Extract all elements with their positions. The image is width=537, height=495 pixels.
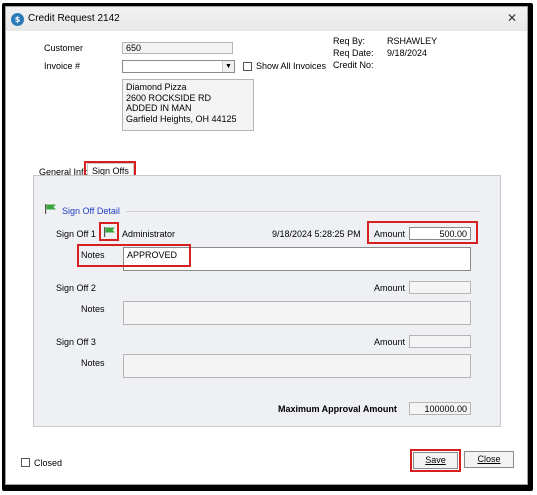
sign-off-1-label: Sign Off 1 <box>56 229 96 239</box>
sign-off-2-label: Sign Off 2 <box>56 283 96 293</box>
green-flag-icon <box>45 204 56 214</box>
sign-off-2-amount-field[interactable] <box>409 281 471 294</box>
section-divider <box>126 211 480 212</box>
sign-off-1-timestamp: 9/18/2024 5:28:25 PM <box>272 229 361 239</box>
req-by-label: Req By: <box>333 36 366 46</box>
req-date-value: 9/18/2024 <box>387 48 428 58</box>
sign-off-3-notes-label: Notes <box>81 358 105 368</box>
max-approval-field: 100000.00 <box>409 402 471 415</box>
req-date-label: Req Date: <box>333 48 374 58</box>
sign-off-1-user: Administrator <box>122 229 176 239</box>
customer-field[interactable]: 650 <box>122 42 233 54</box>
sign-off-1-notes-field[interactable]: APPROVED <box>123 247 471 271</box>
sign-off-2-amount-label: Amount <box>374 283 406 293</box>
sign-off-1-amount-field[interactable]: 500.00 <box>409 227 471 240</box>
sign-off-1-amount-label: Amount <box>374 229 406 239</box>
save-button-label: Save <box>425 455 446 465</box>
address-line-1: Diamond Pizza <box>126 82 187 92</box>
sign-off-3-amount-label: Amount <box>374 337 406 347</box>
sign-off-3-label: Sign Off 3 <box>56 337 96 347</box>
show-all-invoices-checkbox[interactable] <box>243 62 252 71</box>
address-line-4: Garfield Heights, OH 44125 <box>126 113 237 124</box>
max-approval-label: Maximum Approval Amount <box>278 404 397 414</box>
sign-off-3-amount-field[interactable] <box>409 335 471 348</box>
invoice-dropdown[interactable]: ▼ <box>122 60 235 73</box>
sign-off-3-notes-field[interactable] <box>123 354 471 378</box>
req-by-value: RSHAWLEY <box>387 36 438 46</box>
save-button[interactable]: Save <box>413 452 458 469</box>
show-all-invoices-label: Show All Invoices <box>256 61 327 71</box>
address-line-3: ADDED IN MAN <box>126 103 192 113</box>
app-icon: $ <box>11 13 24 26</box>
sign-off-detail-title: Sign Off Detail <box>62 206 120 216</box>
sign-off-1-notes-label: Notes <box>81 250 105 260</box>
closed-label: Closed <box>34 458 63 468</box>
credit-request-window: $ Credit Request 2142 ✕ Customer 650 Inv… <box>5 6 528 485</box>
window-title: Credit Request 2142 <box>28 13 120 24</box>
title-bar: $ Credit Request 2142 ✕ <box>6 7 527 31</box>
sign-off-2-notes-field[interactable] <box>123 301 471 325</box>
customer-address-box: Diamond Pizza 2600 ROCKSIDE RD ADDED IN … <box>122 79 254 131</box>
invoice-label: Invoice # <box>44 61 81 71</box>
chevron-down-icon[interactable]: ▼ <box>222 61 234 72</box>
sign-off-1-flag-icon[interactable] <box>104 227 116 237</box>
address-line-2: 2600 ROCKSIDE RD <box>126 92 212 103</box>
customer-label: Customer <box>44 43 84 53</box>
close-button[interactable]: Close <box>464 451 514 468</box>
sign-off-2-notes-label: Notes <box>81 304 105 314</box>
closed-checkbox[interactable] <box>21 458 30 467</box>
credit-no-label: Credit No: <box>333 60 374 70</box>
close-button-label: Close <box>477 454 501 464</box>
close-window-icon[interactable]: ✕ <box>505 12 519 26</box>
